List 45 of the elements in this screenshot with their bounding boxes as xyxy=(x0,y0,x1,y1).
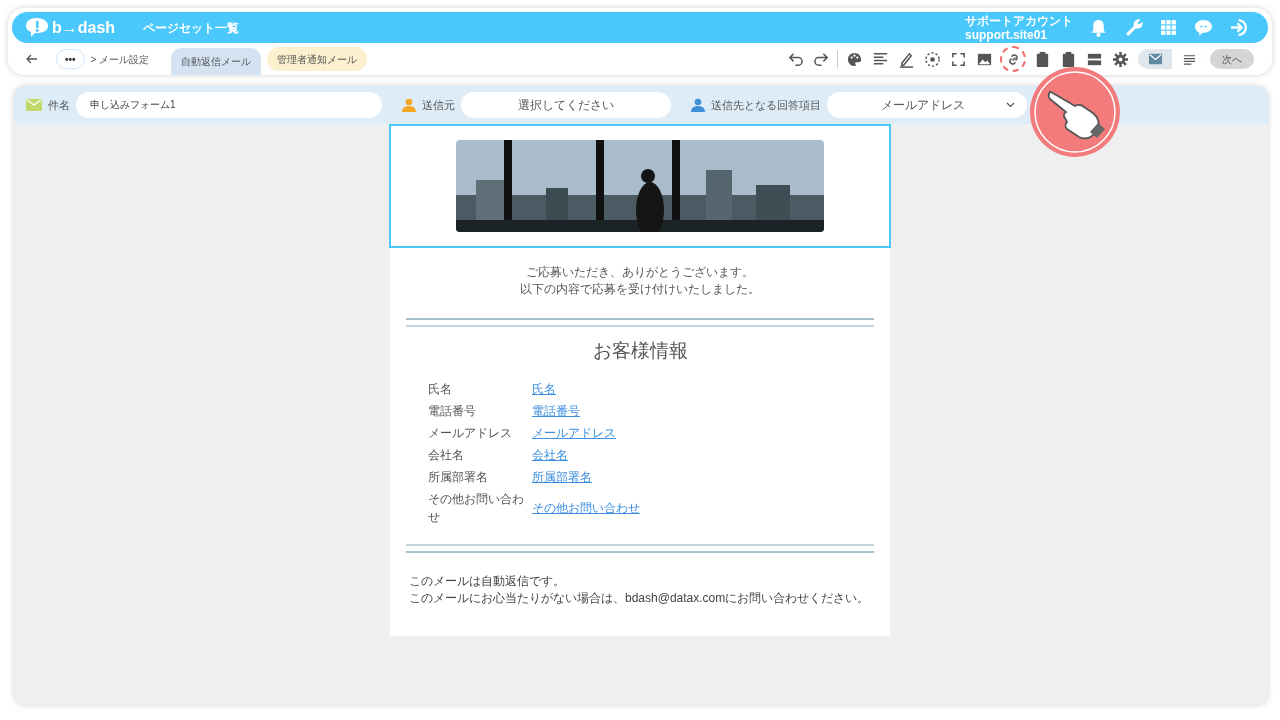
image-block[interactable] xyxy=(389,124,891,248)
field-value-link[interactable]: メールアドレス xyxy=(532,423,616,442)
field-label: メールアドレス xyxy=(428,424,513,442)
field-value-link[interactable]: 氏名 xyxy=(532,379,556,398)
subject-label: 件名 xyxy=(48,97,70,113)
field-label: 氏名 xyxy=(428,380,453,398)
field-value-link[interactable]: その他お問い合わせ xyxy=(532,498,640,517)
subject-field[interactable]: 申し込みフォーム1 xyxy=(76,92,382,118)
intro-text: ご応募いただき、ありがとうございます。 xyxy=(526,264,754,281)
back-arrow-icon[interactable] xyxy=(26,54,38,64)
tab[interactable]: 管理者通知メール xyxy=(267,47,368,71)
field-label: その他お問い合わせ xyxy=(428,490,525,526)
field-label: 電話番号 xyxy=(428,402,477,420)
palette-icon[interactable] xyxy=(845,50,863,68)
sender-label: 送信元 xyxy=(422,97,455,113)
text-lines-icon xyxy=(1181,52,1197,66)
mail-icon xyxy=(26,99,42,111)
target-icon[interactable] xyxy=(923,50,941,68)
section-heading: お客様情報 xyxy=(592,339,688,363)
breadcrumb-item[interactable]: > メール設定 xyxy=(90,51,150,67)
footer-text: このメールにお心当たりがない場合は、bdash@datax.comにお問い合わせください。 xyxy=(409,589,871,607)
chevron-down-icon xyxy=(1006,102,1015,108)
field-value-link[interactable]: 電話番号 xyxy=(532,401,580,420)
pen-icon[interactable] xyxy=(897,50,915,68)
mail-icon xyxy=(1147,52,1163,66)
footer-text: このメールは自動返信です。 xyxy=(409,572,566,590)
field-label: 会社名 xyxy=(428,446,465,464)
account-id: support.site01 xyxy=(965,27,1049,42)
recipient-label: 送信先となる回答項目 xyxy=(711,97,821,113)
person-icon xyxy=(402,98,416,112)
sender-field[interactable]: 選択してください xyxy=(461,92,671,118)
tab[interactable]: 自動返信メール xyxy=(171,48,262,75)
field-label: 所属部署名 xyxy=(428,468,489,486)
intro-text: 以下の内容で応募を受け付けいたしました。 xyxy=(520,281,760,298)
account-label: サポートアカウント xyxy=(965,13,1073,28)
field-value-link[interactable]: 所属部署名 xyxy=(532,467,592,486)
view-toggle-button[interactable] xyxy=(1138,49,1172,69)
field-value-link[interactable]: 会社名 xyxy=(532,445,568,464)
align-left-icon[interactable] xyxy=(871,50,889,68)
logo-text: b→dash xyxy=(52,17,116,38)
person-icon xyxy=(691,98,705,112)
logo-icon xyxy=(24,16,50,39)
fullscreen-icon[interactable] xyxy=(949,50,967,68)
gear-icon[interactable] xyxy=(1111,50,1129,68)
recipient-select[interactable]: メールアドレス xyxy=(827,92,1027,118)
